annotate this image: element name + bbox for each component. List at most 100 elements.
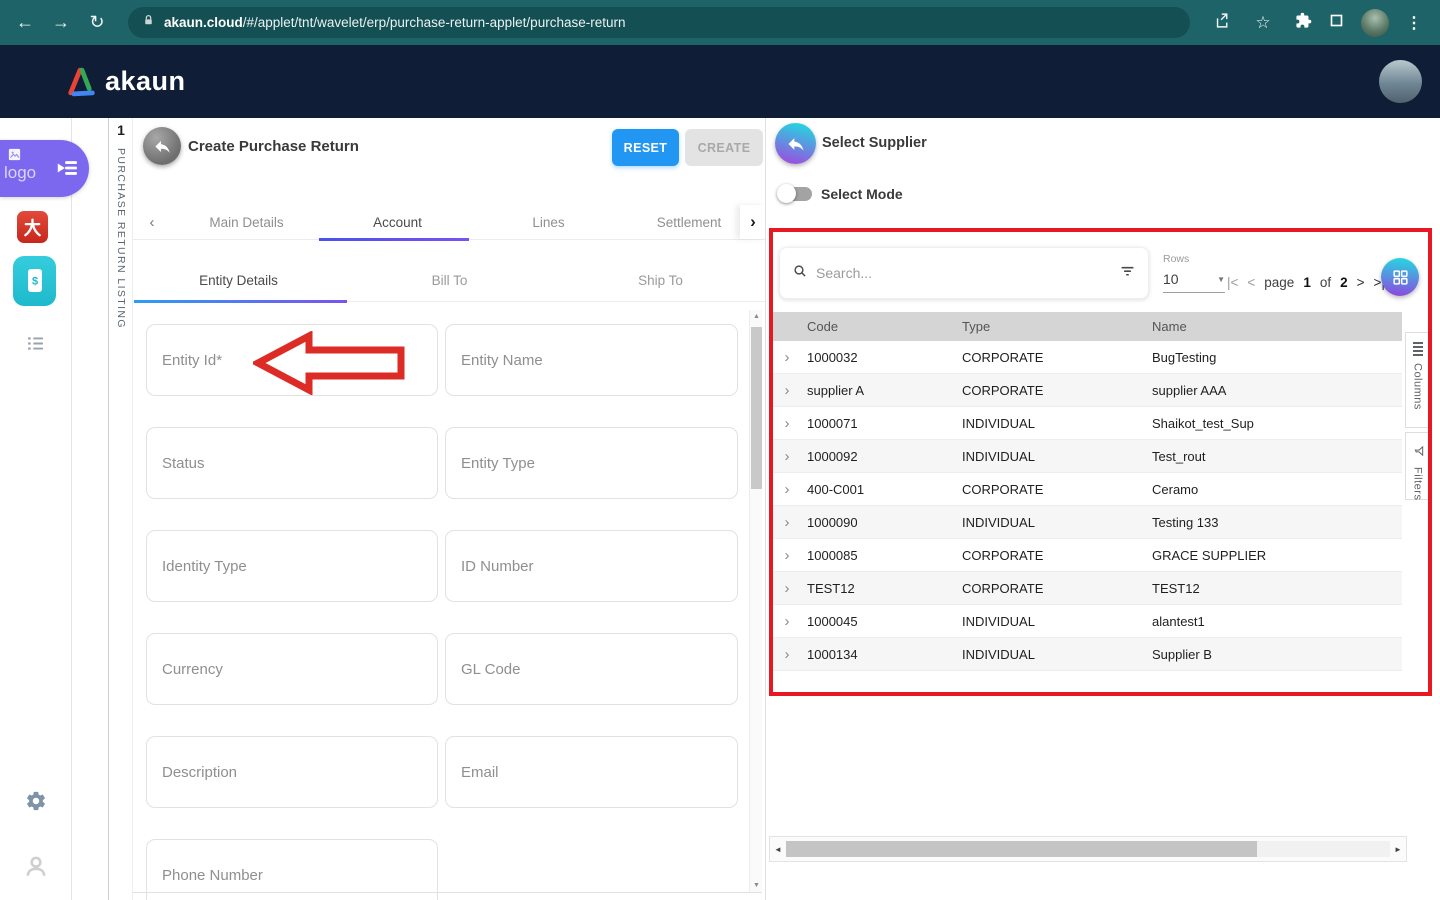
- menu-open-icon[interactable]: [54, 155, 80, 186]
- table-row[interactable]: › 1000092 INDIVIDUAL Test_rout: [773, 440, 1402, 473]
- column-name[interactable]: Name: [1146, 319, 1336, 334]
- table-row[interactable]: › 1000071 INDIVIDUAL Shaikot_test_Sup: [773, 407, 1402, 440]
- form-vertical-scrollbar[interactable]: ▲ ▼: [749, 310, 762, 892]
- cell-name: Test_rout: [1146, 449, 1336, 464]
- columns-tab[interactable]: Columns: [1405, 332, 1430, 428]
- browser-panel-icon[interactable]: [1329, 13, 1344, 33]
- prev-page-button[interactable]: <: [1247, 275, 1255, 290]
- reset-button[interactable]: RESET: [612, 129, 679, 166]
- applet-voucher-icon[interactable]: $: [13, 256, 56, 306]
- back-button[interactable]: [143, 127, 181, 165]
- supplier-panel-title: Select Supplier: [822, 135, 927, 151]
- search-input[interactable]: [816, 265, 1111, 281]
- account-person-icon[interactable]: [23, 853, 49, 884]
- field-email[interactable]: Email: [445, 736, 738, 808]
- lock-icon: [142, 14, 155, 32]
- field-gl-code[interactable]: GL Code: [445, 633, 738, 705]
- row-expand-icon[interactable]: ›: [773, 481, 801, 498]
- filters-tab[interactable]: Filters: [1405, 432, 1430, 500]
- row-expand-icon[interactable]: ›: [773, 415, 801, 432]
- row-expand-icon[interactable]: ›: [773, 349, 801, 366]
- table-row[interactable]: › 400-C001 CORPORATE Ceramo: [773, 473, 1402, 506]
- row-expand-icon[interactable]: ›: [773, 514, 801, 531]
- scrollbar-thumb[interactable]: [786, 841, 1257, 857]
- create-button[interactable]: CREATE: [685, 129, 763, 166]
- panel-bottom-divider: [133, 892, 762, 893]
- share-icon[interactable]: [1214, 12, 1231, 34]
- browser-reload-icon[interactable]: ↻: [82, 8, 112, 38]
- field-phone-number[interactable]: Phone Number: [146, 839, 438, 900]
- row-expand-icon[interactable]: ›: [773, 547, 801, 564]
- scroll-down-icon[interactable]: ▼: [750, 882, 763, 889]
- tab-main-details[interactable]: Main Details: [171, 215, 322, 230]
- field-id-number[interactable]: ID Number: [445, 530, 738, 602]
- supplier-search-box[interactable]: [779, 247, 1149, 299]
- tabs-scroll-left-icon[interactable]: ‹: [133, 214, 171, 231]
- row-expand-icon[interactable]: ›: [773, 613, 801, 630]
- listing-tab[interactable]: 1 PURCHASE RETURN LISTING: [108, 118, 132, 900]
- supplier-back-button[interactable]: [775, 123, 816, 164]
- first-page-button[interactable]: |<: [1227, 275, 1238, 290]
- field-currency[interactable]: Currency: [146, 633, 438, 705]
- column-code[interactable]: Code: [801, 319, 956, 334]
- url-bar[interactable]: akaun.cloud/#/applet/tnt/wavelet/erp/pur…: [128, 7, 1190, 38]
- toggle-knob: [777, 184, 796, 203]
- browser-forward-icon[interactable]: →: [46, 8, 76, 38]
- tab-lines[interactable]: Lines: [473, 215, 624, 230]
- settings-gear-icon[interactable]: [25, 790, 47, 817]
- filter-list-icon[interactable]: [1119, 262, 1136, 284]
- scrollbar-track[interactable]: [786, 841, 1390, 857]
- subtab-entity-details[interactable]: Entity Details: [133, 273, 344, 288]
- rows-per-page[interactable]: Rows 10 ▼: [1163, 253, 1225, 293]
- scroll-up-icon[interactable]: ▲: [750, 313, 763, 320]
- page-word: page: [1264, 275, 1294, 290]
- scroll-left-icon[interactable]: ◄: [770, 845, 786, 854]
- browser-menu-icon[interactable]: ⋮: [1406, 13, 1422, 33]
- table-row[interactable]: › 1000134 INDIVIDUAL Supplier B: [773, 638, 1402, 671]
- field-identity-type[interactable]: Identity Type: [146, 530, 438, 602]
- user-avatar[interactable]: [1379, 60, 1422, 103]
- extensions-puzzle-icon[interactable]: [1295, 12, 1312, 34]
- subtab-bill-to[interactable]: Bill To: [344, 273, 555, 288]
- subtab-ship-to[interactable]: Ship To: [555, 273, 766, 288]
- select-mode-toggle[interactable]: [777, 184, 813, 203]
- row-expand-icon[interactable]: ›: [773, 448, 801, 465]
- back-arrow-icon: [153, 137, 172, 156]
- field-entity-type[interactable]: Entity Type: [445, 427, 738, 499]
- table-row[interactable]: › supplier A CORPORATE supplier AAA: [773, 374, 1402, 407]
- list-menu-icon[interactable]: [25, 333, 46, 359]
- scroll-right-icon[interactable]: ►: [1390, 845, 1406, 854]
- tabs-scroll-right-icon[interactable]: ›: [740, 205, 766, 239]
- table-row[interactable]: › 1000045 INDIVIDUAL alantest1: [773, 605, 1402, 638]
- grid-view-button[interactable]: [1381, 258, 1419, 296]
- cell-name: Testing 133: [1146, 515, 1336, 530]
- applet-logo-pill[interactable]: logo: [0, 140, 89, 197]
- browser-back-icon[interactable]: ←: [10, 8, 40, 38]
- next-page-button[interactable]: >: [1357, 275, 1365, 290]
- field-description[interactable]: Description: [146, 736, 438, 808]
- row-expand-icon[interactable]: ›: [773, 580, 801, 597]
- current-page: 1: [1303, 275, 1311, 290]
- row-expand-icon[interactable]: ›: [773, 382, 801, 399]
- tab-account[interactable]: Account: [322, 215, 473, 230]
- table-row[interactable]: › 1000032 CORPORATE BugTesting: [773, 341, 1402, 374]
- browser-profile-avatar[interactable]: [1361, 9, 1389, 37]
- field-entity-id[interactable]: Entity Id*: [146, 324, 438, 396]
- field-entity-name[interactable]: Entity Name: [445, 324, 738, 396]
- bookmark-star-icon[interactable]: ☆: [1248, 8, 1278, 38]
- field-status[interactable]: Status: [146, 427, 438, 499]
- scrollbar-thumb[interactable]: [751, 327, 762, 489]
- row-expand-icon[interactable]: ›: [773, 646, 801, 663]
- table-row[interactable]: › TEST12 CORPORATE TEST12: [773, 572, 1402, 605]
- table-side-tabs: Columns Filters: [1405, 332, 1430, 500]
- column-type[interactable]: Type: [956, 319, 1146, 334]
- cell-code: 400-C001: [801, 482, 956, 497]
- brand-logo[interactable]: akaun: [66, 66, 186, 97]
- applet-da-icon[interactable]: [17, 211, 48, 243]
- table-row[interactable]: › 1000090 INDIVIDUAL Testing 133: [773, 506, 1402, 539]
- table-row[interactable]: › 1000085 CORPORATE GRACE SUPPLIER: [773, 539, 1402, 572]
- pagination: |< < page 1 of 2 > >|: [1227, 268, 1385, 296]
- tab-settlement[interactable]: Settlement: [624, 215, 754, 230]
- account-subtabs: Entity Details Bill To Ship To: [133, 260, 766, 302]
- table-horizontal-scrollbar[interactable]: ◄ ►: [769, 836, 1407, 862]
